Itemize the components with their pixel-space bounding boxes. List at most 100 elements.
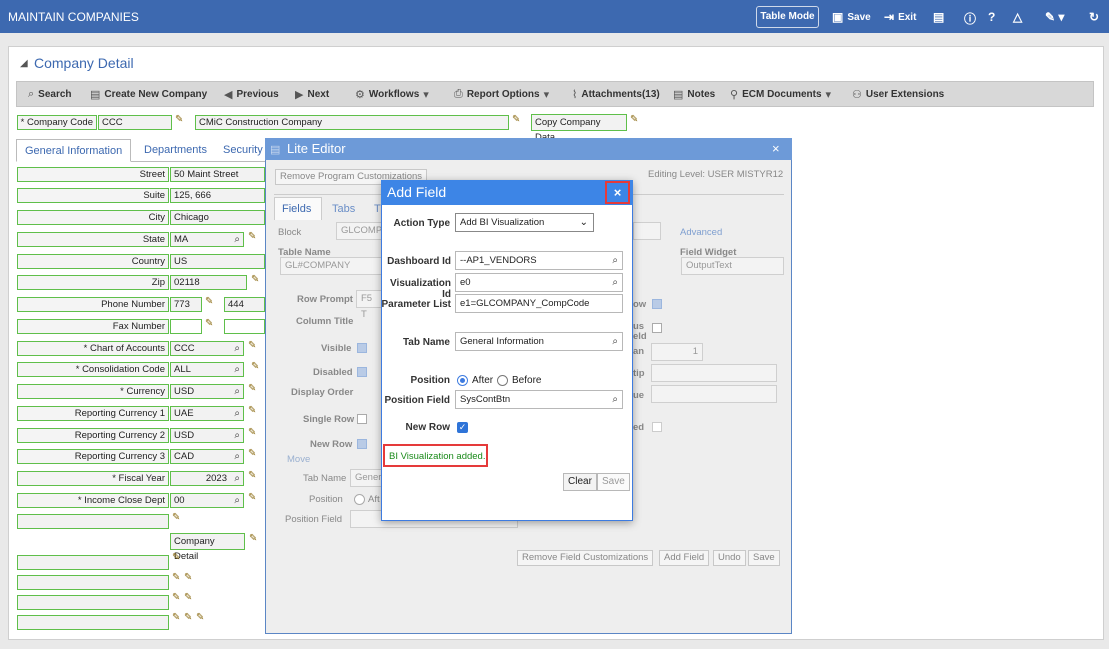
- tab-general-information[interactable]: General Information: [16, 139, 132, 162]
- lite-save-button[interactable]: Save: [748, 550, 780, 566]
- visualization-id-input[interactable]: e0 ⌕: [455, 273, 623, 292]
- collapse-icon[interactable]: ◢: [20, 58, 28, 69]
- right-checkbox-1[interactable]: [652, 299, 662, 309]
- close-icon[interactable]: ×: [605, 181, 630, 204]
- company-code-field[interactable]: CCC: [98, 115, 172, 130]
- state-field[interactable]: MA ⌕: [170, 232, 244, 247]
- position-field-input[interactable]: SysContBtn ⌕: [455, 390, 623, 409]
- save-button[interactable]: Save: [597, 473, 630, 491]
- pencil-icon[interactable]: ✎: [172, 572, 180, 583]
- pencil-icon[interactable]: ✎: [172, 512, 180, 523]
- pencil-icon[interactable]: ✎: [205, 296, 213, 307]
- right-tip-field[interactable]: [651, 364, 777, 382]
- reporting-currency-1-field[interactable]: UAE ⌕: [170, 406, 244, 421]
- pencil-icon[interactable]: ✎: [248, 340, 256, 351]
- pencil-icon[interactable]: ✎: [196, 612, 204, 623]
- pencil-icon[interactable]: ✎: [248, 231, 256, 242]
- row-prompt-field[interactable]: F5 T: [356, 290, 382, 320]
- lite-tab-name-field[interactable]: Gener: [350, 469, 382, 487]
- dashboard-id-input[interactable]: --AP1_VENDORS ⌕: [455, 251, 623, 270]
- disabled-checkbox[interactable]: [357, 367, 367, 377]
- pencil-icon[interactable]: ✎: [248, 492, 256, 503]
- currency-field[interactable]: USD ⌕: [170, 384, 244, 399]
- table-mode-button[interactable]: Table Mode: [756, 6, 819, 28]
- pencil-icon[interactable]: ✎: [248, 470, 256, 481]
- search-icon[interactable]: ⌕: [612, 274, 618, 291]
- zip-field[interactable]: 02118: [170, 275, 247, 290]
- pencil-icon[interactable]: ✎: [248, 383, 256, 394]
- phone-number-field[interactable]: 444: [224, 297, 265, 312]
- search-button[interactable]: ⌕ Search: [28, 88, 72, 101]
- block-extra-field[interactable]: [633, 222, 661, 240]
- company-name-field[interactable]: CMiC Construction Company: [195, 115, 509, 130]
- pencil-icon[interactable]: ✎: [172, 552, 180, 563]
- user-extensions-button[interactable]: ⚇ User Extensions: [852, 88, 944, 101]
- reporting-currency-2-field[interactable]: USD ⌕: [170, 428, 244, 443]
- lite-undo-button[interactable]: Undo: [713, 550, 746, 566]
- search-icon[interactable]: ⌕: [234, 363, 240, 376]
- tab-departments[interactable]: Departments: [136, 139, 215, 162]
- reporting-currency-3-field[interactable]: CAD ⌕: [170, 449, 244, 464]
- pencil-icon[interactable]: ✎: [175, 114, 183, 125]
- income-close-dept-field[interactable]: 00 ⌕: [170, 493, 244, 508]
- block-field[interactable]: GLCOMP: [336, 222, 382, 240]
- save-button[interactable]: ▣ Save: [832, 10, 871, 24]
- consolidation-code-field[interactable]: ALL ⌕: [170, 362, 244, 377]
- pencil-icon[interactable]: ✎: [172, 612, 180, 623]
- company-detail-button[interactable]: Company Detail: [170, 533, 245, 562]
- fiscal-year-field[interactable]: 2023 ⌕: [170, 471, 244, 486]
- search-icon[interactable]: ⌕: [612, 252, 618, 269]
- lite-tab-more[interactable]: T: [374, 203, 381, 215]
- fax-number-field[interactable]: [224, 319, 265, 334]
- pencil-icon[interactable]: ✎: [184, 592, 192, 603]
- right-checkbox-3[interactable]: [652, 422, 662, 432]
- pencil-icon[interactable]: ✎: [205, 318, 213, 329]
- pencil-icon[interactable]: ✎: [248, 448, 256, 459]
- search-icon[interactable]: ⌕: [234, 450, 240, 463]
- info-icon[interactable]: ⓘ: [964, 10, 976, 27]
- pencil-icon[interactable]: ✎: [172, 592, 180, 603]
- pencil-icon[interactable]: ✎: [251, 361, 259, 372]
- clear-button[interactable]: Clear: [563, 473, 597, 491]
- visible-checkbox[interactable]: [357, 343, 367, 353]
- lite-tab-fields[interactable]: Fields: [282, 203, 311, 215]
- parameter-list-input[interactable]: e1=GLCOMPANY_CompCode: [455, 294, 623, 313]
- previous-button[interactable]: ◀ Previous: [224, 88, 279, 101]
- workflows-button[interactable]: ⚙ Workflows ▾: [355, 88, 429, 101]
- action-type-select[interactable]: Add BI Visualization ⌄: [455, 213, 594, 232]
- pencil-icon[interactable]: ✎: [248, 427, 256, 438]
- pencil-icon[interactable]: ✎: [184, 572, 192, 583]
- position-after-radio[interactable]: [457, 375, 468, 386]
- country-field[interactable]: US: [170, 254, 265, 269]
- warning-icon[interactable]: △: [1013, 10, 1022, 24]
- report-options-button[interactable]: ⎙ Report Options ▾: [454, 88, 549, 101]
- pencil-icon[interactable]: ✎: [512, 114, 520, 125]
- lite-add-field-button[interactable]: Add Field: [659, 550, 710, 566]
- city-field[interactable]: Chicago: [170, 210, 265, 225]
- search-icon[interactable]: ⌕: [612, 391, 618, 408]
- search-icon[interactable]: ⌕: [234, 472, 240, 485]
- lite-position-after-radio[interactable]: [354, 494, 365, 505]
- close-icon[interactable]: ×: [772, 141, 780, 156]
- notes-button[interactable]: ▤ Notes: [673, 88, 715, 101]
- pencil-icon[interactable]: ✎: [630, 114, 638, 125]
- single-row-checkbox[interactable]: [357, 414, 367, 424]
- pencil-icon[interactable]: ✎: [248, 405, 256, 416]
- lite-tab-tabs[interactable]: Tabs: [332, 203, 355, 215]
- field-widget-field[interactable]: OutputText: [681, 257, 784, 275]
- suite-field[interactable]: 125, 666: [170, 188, 265, 203]
- pencil-icon[interactable]: ✎: [184, 612, 192, 623]
- remove-field-customizations-button[interactable]: Remove Field Customizations: [517, 550, 654, 566]
- print-icon[interactable]: ▤: [933, 10, 944, 24]
- ecm-documents-button[interactable]: ⚲ ECM Documents ▾: [730, 88, 831, 101]
- position-before-radio[interactable]: [497, 375, 508, 386]
- pencil-icon[interactable]: ✎: [249, 533, 257, 544]
- search-icon[interactable]: ⌕: [234, 407, 240, 420]
- fax-area-field[interactable]: [170, 319, 202, 334]
- right-value-field[interactable]: [651, 385, 777, 403]
- right-checkbox-2[interactable]: [652, 323, 662, 333]
- table-name-field[interactable]: GL#COMPANY: [280, 257, 382, 275]
- phone-area-field[interactable]: 773: [170, 297, 202, 312]
- new-row-checkbox[interactable]: [357, 439, 367, 449]
- search-icon[interactable]: ⌕: [234, 494, 240, 507]
